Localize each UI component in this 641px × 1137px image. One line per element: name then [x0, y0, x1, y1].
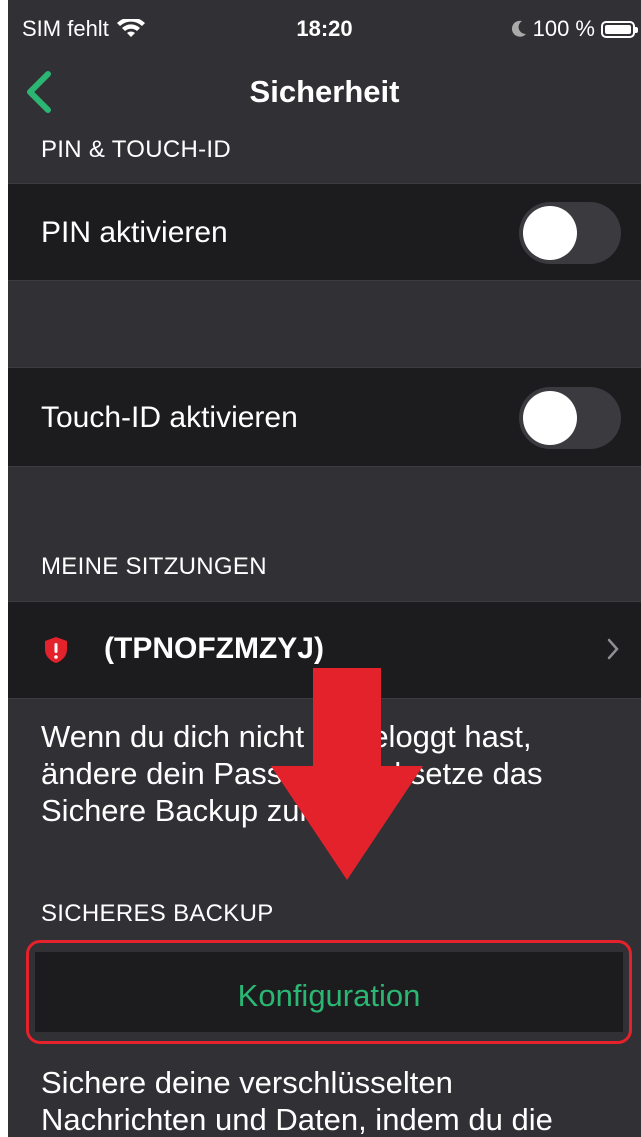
status-bar: SIM fehlt 18:20 100 %: [8, 0, 641, 56]
annotation-arrow-icon: [271, 668, 423, 880]
section-header-sessions: MEINE SITZUNGEN: [41, 553, 267, 580]
moon-icon: [511, 20, 526, 37]
section-header-pin: PIN & TOUCH-ID: [41, 136, 232, 163]
shield-alert-icon: [45, 637, 67, 663]
pin-row[interactable]: PIN aktivieren: [8, 183, 641, 281]
battery-icon: [601, 20, 638, 38]
configuration-label: Konfiguration: [237, 978, 421, 1013]
battery-percent: 100 %: [532, 16, 595, 41]
touch-id-row[interactable]: Touch-ID aktivieren: [8, 367, 641, 467]
status-right: 100 %: [511, 16, 638, 42]
page-title: Sicherheit: [249, 74, 400, 109]
session-name: (TPNOFZMZYJ): [104, 632, 324, 665]
configuration-button[interactable]: Konfiguration: [35, 952, 623, 1032]
touch-id-toggle[interactable]: [519, 387, 621, 449]
chevron-right-icon: [607, 638, 619, 660]
pin-label: PIN aktivieren: [41, 216, 228, 249]
pin-toggle[interactable]: [519, 202, 621, 264]
touch-id-label: Touch-ID aktivieren: [41, 401, 298, 434]
security-screen: SIM fehlt 18:20 100 % Sicherheit PIN & T…: [8, 0, 641, 1137]
backup-highlight-box: Konfiguration: [26, 940, 632, 1044]
backup-footer: Sichere deine verschlüsselten Nachrichte…: [41, 1065, 553, 1137]
section-header-backup: SICHERES BACKUP: [41, 900, 274, 927]
navigation-bar: Sicherheit: [8, 60, 641, 124]
